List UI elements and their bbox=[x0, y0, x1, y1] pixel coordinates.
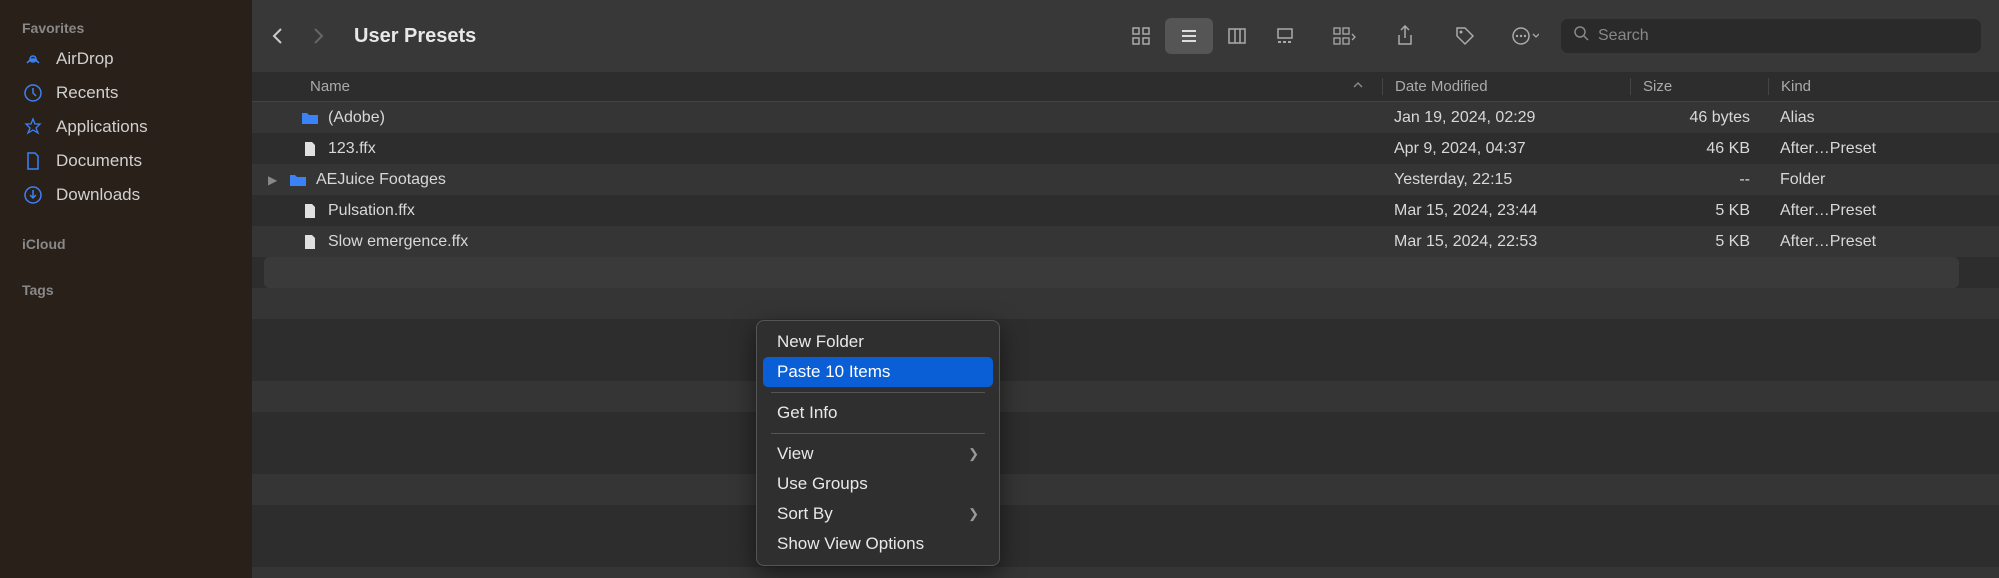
sidebar-item-downloads[interactable]: Downloads bbox=[0, 178, 252, 212]
gallery-view-button[interactable] bbox=[1261, 18, 1309, 54]
sidebar-heading-favorites: Favorites bbox=[0, 12, 252, 42]
file-date: Yesterday, 22:15 bbox=[1382, 171, 1630, 189]
document-icon bbox=[22, 150, 44, 172]
columns-header: Name Date Modified Size Kind bbox=[252, 72, 1999, 102]
file-name: Slow emergence.ffx bbox=[328, 233, 468, 251]
toolbar: User Presets bbox=[252, 0, 1999, 72]
menu-divider bbox=[771, 433, 985, 434]
file-date: Jan 19, 2024, 02:29 bbox=[1382, 109, 1630, 127]
sidebar: Favorites AirDrop Recents Applications D… bbox=[0, 0, 252, 578]
context-menu: New Folder Paste 10 Items Get Info View … bbox=[756, 320, 1000, 566]
search-icon bbox=[1573, 25, 1590, 47]
file-row[interactable]: Pulsation.ffx Mar 15, 2024, 23:44 5 KB A… bbox=[252, 195, 1999, 226]
menu-item-paste[interactable]: Paste 10 Items bbox=[763, 357, 993, 387]
back-button[interactable] bbox=[270, 26, 286, 46]
list-view-button[interactable] bbox=[1165, 18, 1213, 54]
file-date: Apr 9, 2024, 04:37 bbox=[1382, 140, 1630, 158]
search-box[interactable] bbox=[1561, 19, 1981, 53]
icon-view-button[interactable] bbox=[1117, 18, 1165, 54]
file-icon bbox=[300, 139, 320, 159]
sidebar-item-label: Recents bbox=[56, 83, 118, 103]
file-kind: Folder bbox=[1768, 171, 1999, 189]
applications-icon bbox=[22, 116, 44, 138]
tags-button[interactable] bbox=[1445, 18, 1485, 54]
sidebar-section-favorites: Favorites AirDrop Recents Applications D… bbox=[0, 12, 252, 212]
sidebar-item-label: AirDrop bbox=[56, 49, 114, 69]
sidebar-section-tags: Tags bbox=[0, 274, 252, 304]
toolbar-actions bbox=[1325, 18, 1545, 54]
sidebar-item-recents[interactable]: Recents bbox=[0, 76, 252, 110]
menu-item-view[interactable]: View ❯ bbox=[763, 439, 993, 469]
nav-buttons bbox=[270, 26, 326, 46]
disclosure-triangle[interactable]: ▶ bbox=[268, 173, 280, 187]
file-date: Mar 15, 2024, 22:53 bbox=[1382, 233, 1630, 251]
search-input[interactable] bbox=[1598, 27, 1969, 45]
column-view-button[interactable] bbox=[1213, 18, 1261, 54]
file-row[interactable]: ▶ AEJuice Footages Yesterday, 22:15 -- F… bbox=[252, 164, 1999, 195]
airdrop-icon bbox=[22, 48, 44, 70]
file-name: Pulsation.ffx bbox=[328, 202, 415, 220]
group-button[interactable] bbox=[1325, 18, 1365, 54]
sidebar-item-documents[interactable]: Documents bbox=[0, 144, 252, 178]
folder-icon bbox=[300, 108, 320, 128]
sidebar-item-applications[interactable]: Applications bbox=[0, 110, 252, 144]
file-kind: After…Preset bbox=[1768, 233, 1999, 251]
menu-item-use-groups[interactable]: Use Groups bbox=[763, 469, 993, 499]
clock-icon bbox=[22, 82, 44, 104]
column-header-name[interactable]: Name bbox=[252, 78, 1382, 95]
file-kind: After…Preset bbox=[1768, 140, 1999, 158]
file-kind: After…Preset bbox=[1768, 202, 1999, 220]
file-size: 46 bytes bbox=[1630, 109, 1768, 127]
file-icon bbox=[300, 232, 320, 252]
chevron-right-icon: ❯ bbox=[968, 506, 979, 522]
sidebar-item-airdrop[interactable]: AirDrop bbox=[0, 42, 252, 76]
file-size: -- bbox=[1630, 171, 1768, 189]
file-row[interactable]: (Adobe) Jan 19, 2024, 02:29 46 bytes Ali… bbox=[252, 102, 1999, 133]
forward-button[interactable] bbox=[310, 26, 326, 46]
file-size: 5 KB bbox=[1630, 202, 1768, 220]
view-mode-buttons bbox=[1117, 18, 1309, 54]
sidebar-heading-tags: Tags bbox=[0, 274, 252, 304]
file-name: AEJuice Footages bbox=[316, 171, 446, 189]
sort-chevron-icon bbox=[1352, 78, 1364, 95]
sidebar-item-label: Downloads bbox=[56, 185, 140, 205]
share-button[interactable] bbox=[1385, 18, 1425, 54]
menu-item-sort-by[interactable]: Sort By ❯ bbox=[763, 499, 993, 529]
menu-divider bbox=[771, 392, 985, 393]
main-content: User Presets bbox=[252, 0, 1999, 578]
file-row[interactable]: 123.ffx Apr 9, 2024, 04:37 46 KB After…P… bbox=[252, 133, 1999, 164]
file-size: 46 KB bbox=[1630, 140, 1768, 158]
sidebar-section-icloud: iCloud bbox=[0, 228, 252, 258]
downloads-icon bbox=[22, 184, 44, 206]
file-size: 5 KB bbox=[1630, 233, 1768, 251]
column-header-date[interactable]: Date Modified bbox=[1382, 78, 1630, 95]
column-header-size[interactable]: Size bbox=[1630, 78, 1768, 95]
chevron-right-icon: ❯ bbox=[968, 446, 979, 462]
sidebar-heading-icloud: iCloud bbox=[0, 228, 252, 258]
sidebar-item-label: Documents bbox=[56, 151, 142, 171]
sidebar-item-label: Applications bbox=[56, 117, 148, 137]
window-title: User Presets bbox=[354, 25, 476, 48]
column-header-kind[interactable]: Kind bbox=[1768, 78, 1999, 95]
file-row[interactable]: Slow emergence.ffx Mar 15, 2024, 22:53 5… bbox=[252, 226, 1999, 257]
folder-icon bbox=[288, 170, 308, 190]
file-name: (Adobe) bbox=[328, 109, 385, 127]
file-name: 123.ffx bbox=[328, 140, 376, 158]
file-date: Mar 15, 2024, 23:44 bbox=[1382, 202, 1630, 220]
file-list[interactable]: (Adobe) Jan 19, 2024, 02:29 46 bytes Ali… bbox=[252, 102, 1999, 578]
more-button[interactable] bbox=[1505, 18, 1545, 54]
menu-item-show-view-options[interactable]: Show View Options bbox=[763, 529, 993, 559]
file-kind: Alias bbox=[1768, 109, 1999, 127]
file-icon bbox=[300, 201, 320, 221]
menu-item-new-folder[interactable]: New Folder bbox=[763, 327, 993, 357]
menu-item-get-info[interactable]: Get Info bbox=[763, 398, 993, 428]
